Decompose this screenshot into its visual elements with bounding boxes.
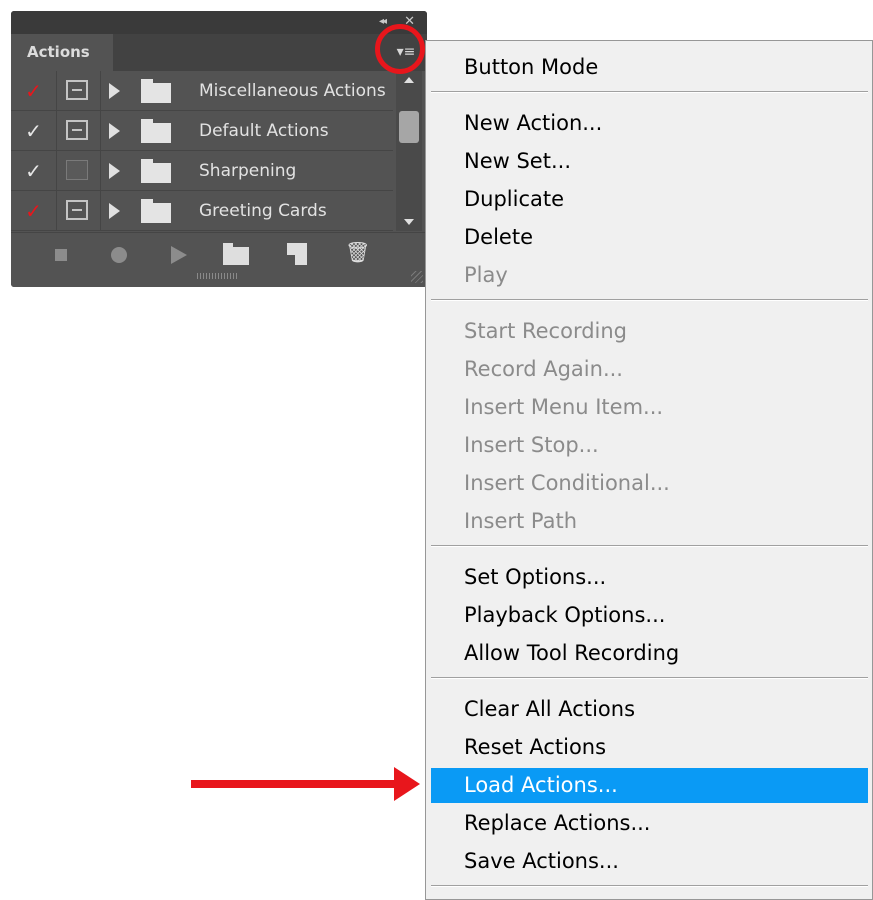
corner-resize-grip[interactable] xyxy=(411,271,423,283)
menu-item-insert-stop: Insert Stop... xyxy=(464,433,599,457)
menu-item-load-actions[interactable]: Load Actions... xyxy=(431,768,868,803)
new-action-icon[interactable] xyxy=(287,243,307,265)
row-label: Miscellaneous Actions xyxy=(199,81,386,101)
expand-arrow-icon[interactable] xyxy=(109,163,120,179)
panel-resize-grip[interactable] xyxy=(197,273,237,279)
menu-item-reset-actions[interactable]: Reset Actions xyxy=(431,731,868,763)
dialog-toggle[interactable] xyxy=(57,151,101,191)
menu-item-start-recording: Start Recording xyxy=(464,319,628,343)
toggle-check-icon[interactable]: ✓ xyxy=(11,71,57,111)
dialog-toggle[interactable] xyxy=(57,71,101,111)
row-name-cell: Default Actions xyxy=(101,111,393,151)
folder-icon xyxy=(141,119,171,143)
dialog-icon xyxy=(66,80,88,100)
scroll-up-icon[interactable] xyxy=(404,77,414,83)
dialog-icon xyxy=(66,120,88,140)
menu-separator xyxy=(431,677,868,679)
row-name-cell: Greeting Cards xyxy=(101,191,393,231)
list-item-sharpening[interactable]: ✓ Sharpening xyxy=(11,151,393,191)
menu-item-playback-options[interactable]: Playback Options... xyxy=(431,599,868,631)
row-label: Default Actions xyxy=(199,121,329,141)
tab-actions[interactable]: Actions xyxy=(11,34,113,71)
expand-arrow-icon[interactable] xyxy=(109,123,120,139)
panel-toolbar: 🗑 xyxy=(11,232,427,287)
actions-panel: ◂◂ ✕ Actions ▾≡ ✓ Miscellaneous Actions … xyxy=(11,11,427,287)
list-item-miscellaneous-actions[interactable]: ✓ Miscellaneous Actions xyxy=(11,71,393,111)
expand-arrow-icon[interactable] xyxy=(109,203,120,219)
menu-item-record-again: Record Again... xyxy=(464,357,623,381)
list-scrollbar[interactable] xyxy=(396,71,422,231)
action-set-list: ✓ Miscellaneous Actions ✓ Default Action… xyxy=(11,71,393,231)
menu-item-duplicate[interactable]: Duplicate xyxy=(431,183,868,215)
menu-item-insert-conditional: Insert Conditional... xyxy=(464,471,670,495)
toggle-check-icon[interactable]: ✓ xyxy=(11,151,57,191)
record-icon[interactable] xyxy=(111,247,127,263)
annotation-arrow-head-icon xyxy=(394,767,420,801)
menu-item-save-actions[interactable]: Save Actions... xyxy=(431,845,868,877)
toggle-check-icon[interactable]: ✓ xyxy=(11,111,57,151)
folder-icon xyxy=(141,79,171,103)
menu-item-replace-actions[interactable]: Replace Actions... xyxy=(431,807,868,839)
menu-separator xyxy=(431,545,868,547)
trash-icon[interactable]: 🗑 xyxy=(345,241,370,263)
new-set-icon[interactable] xyxy=(223,243,249,265)
tab-strip: Actions ▾≡ xyxy=(11,34,427,71)
dialog-toggle[interactable] xyxy=(57,111,101,151)
annotation-arrow-shaft xyxy=(191,780,396,788)
list-item-default-actions[interactable]: ✓ Default Actions xyxy=(11,111,393,151)
menu-item-new-action[interactable]: New Action... xyxy=(431,107,868,139)
dialog-icon xyxy=(66,160,88,180)
row-name-cell: Miscellaneous Actions xyxy=(101,71,393,111)
menu-separator xyxy=(431,91,868,93)
menu-item-allow-tool-recording[interactable]: Allow Tool Recording xyxy=(431,637,868,669)
toggle-check-icon[interactable]: ✓ xyxy=(11,191,57,231)
menu-item-new-set[interactable]: New Set... xyxy=(431,145,868,177)
menu-item-insert-path: Insert Path xyxy=(464,509,578,533)
menu-item-insert-menu-item: Insert Menu Item... xyxy=(464,395,664,419)
folder-icon xyxy=(141,199,171,223)
menu-separator xyxy=(431,885,868,887)
scroll-down-icon[interactable] xyxy=(404,219,414,225)
stop-icon[interactable] xyxy=(55,249,67,261)
panel-flyout-menu: Button Mode New Action... New Set... Dup… xyxy=(425,40,873,900)
collapse-icon[interactable]: ◂◂ xyxy=(379,16,387,27)
menu-item-clear-all-actions[interactable]: Clear All Actions xyxy=(431,693,868,725)
annotation-circle xyxy=(375,24,425,74)
panel-title-bar: ◂◂ ✕ xyxy=(11,11,427,34)
menu-separator xyxy=(431,299,868,301)
dialog-toggle[interactable] xyxy=(57,191,101,231)
folder-icon xyxy=(141,159,171,183)
menu-item-set-options[interactable]: Set Options... xyxy=(431,561,868,593)
row-label: Greeting Cards xyxy=(199,201,327,221)
play-icon[interactable] xyxy=(171,246,187,264)
dialog-icon xyxy=(66,200,88,220)
menu-item-button-mode[interactable]: Button Mode xyxy=(431,51,868,83)
expand-arrow-icon[interactable] xyxy=(109,83,120,99)
menu-item-delete[interactable]: Delete xyxy=(431,221,868,253)
scroll-thumb[interactable] xyxy=(399,111,419,143)
list-item-greeting-cards[interactable]: ✓ Greeting Cards xyxy=(11,191,393,231)
row-name-cell: Sharpening xyxy=(101,151,393,191)
row-label: Sharpening xyxy=(199,161,297,181)
menu-item-play: Play xyxy=(464,263,508,287)
